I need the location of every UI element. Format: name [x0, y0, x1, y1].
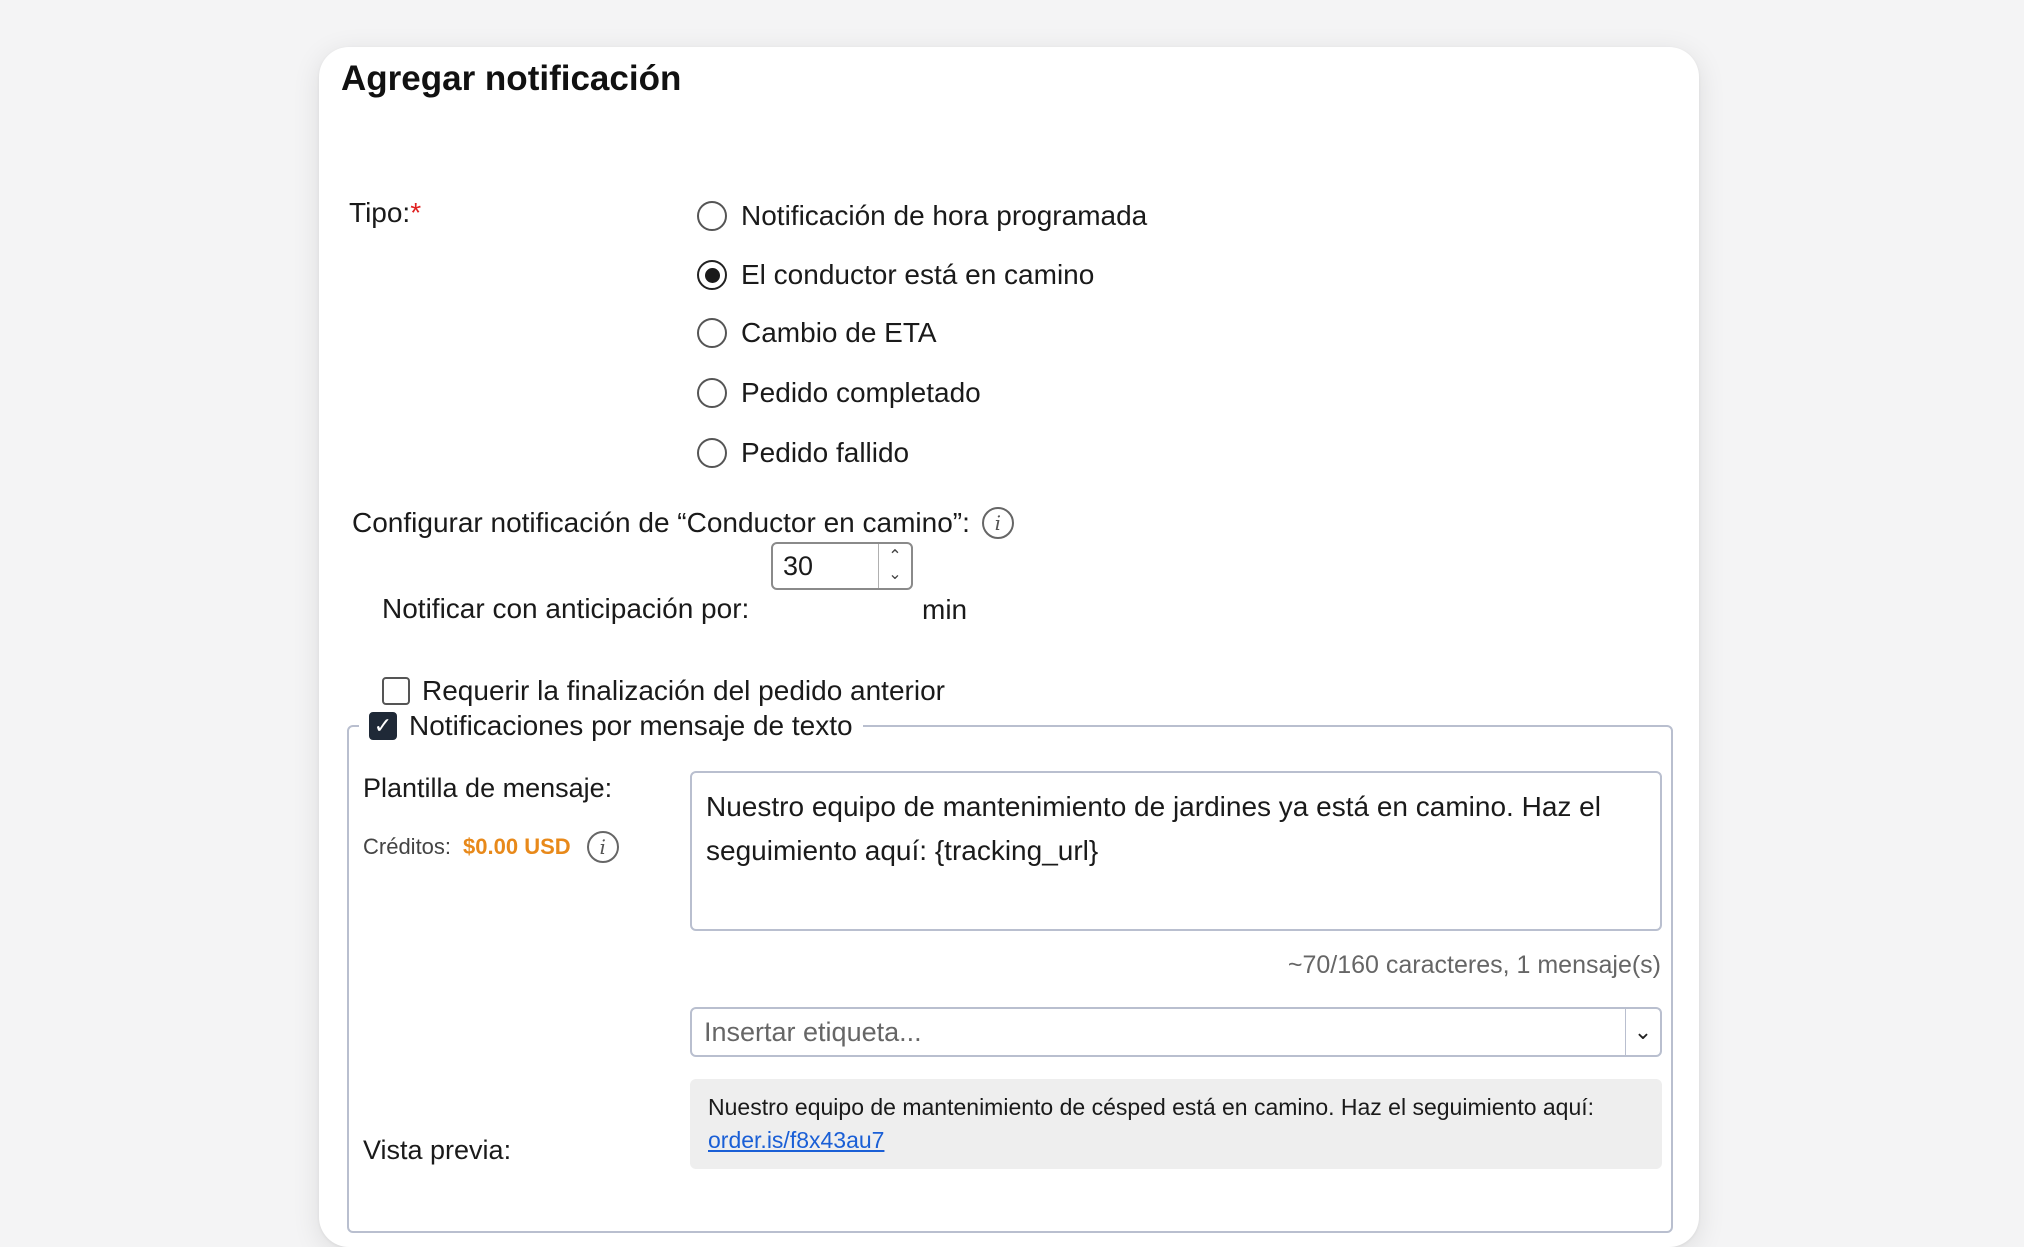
chevron-down-icon[interactable]: ⌄ [1625, 1009, 1660, 1055]
advance-label: Notificar con anticipación por: [382, 593, 750, 624]
preview-text: Nuestro equipo de mantenimiento de céspe… [708, 1094, 1595, 1120]
radio-label: Pedido fallido [741, 437, 910, 468]
require-previous-checkbox[interactable] [382, 677, 410, 705]
radio-button[interactable] [697, 201, 727, 231]
character-counter: ~70/160 caracteres, 1 mensaje(s) [1287, 951, 1661, 979]
radio-button[interactable] [697, 318, 727, 348]
radio-label: Cambio de ETA [741, 317, 937, 348]
message-template-textarea[interactable]: Nuestro equipo de mantenimiento de jardi… [690, 771, 1662, 931]
tracking-link[interactable]: order.is/f8x43au7 [708, 1127, 884, 1153]
chevron-down-icon[interactable]: ⌄ [888, 566, 901, 584]
radio-label: Pedido completado [741, 377, 981, 408]
sms-legend[interactable]: ✓ Notificaciones por mensaje de texto [359, 707, 863, 745]
stepper-value[interactable]: 30 [773, 544, 878, 588]
config-section-header: Configurar notificación de “Conductor en… [352, 507, 1014, 539]
advance-minutes-stepper[interactable]: 30 ⌃ ⌄ [771, 542, 913, 590]
radio-label: Notificación de hora programada [741, 200, 1148, 231]
add-notification-dialog: Agregar notificación Tipo:* Notificación… [319, 47, 1699, 1247]
radio-button[interactable] [697, 378, 727, 408]
radio-eta-change[interactable]: Cambio de ETA [697, 313, 937, 353]
insert-tag-select[interactable]: Insertar etiqueta... ⌄ [690, 1007, 1662, 1057]
require-previous-label: Requerir la finalización del pedido ante… [422, 675, 945, 706]
sms-enabled-checkbox[interactable]: ✓ [369, 712, 397, 740]
config-label: Configurar notificación de “Conductor en… [352, 507, 970, 538]
radio-driver-on-way[interactable]: El conductor está en camino [697, 255, 1094, 295]
radio-order-failed[interactable]: Pedido fallido [697, 433, 909, 473]
radio-label: El conductor está en camino [741, 259, 1095, 290]
check-icon: ✓ [373, 713, 393, 738]
require-previous-option[interactable]: Requerir la finalización del pedido ante… [382, 675, 945, 707]
template-label: Plantilla de mensaje: [363, 773, 613, 803]
radio-order-completed[interactable]: Pedido completado [697, 373, 981, 413]
dialog-title: Agregar notificación [341, 59, 682, 98]
insert-tag-placeholder: Insertar etiqueta... [704, 1016, 922, 1047]
stepper-arrows[interactable]: ⌃ ⌄ [878, 544, 911, 588]
credits-row: Créditos: $0.00 USD i [363, 831, 619, 863]
type-label: Tipo:* [349, 197, 422, 228]
credits-amount: $0.00 USD [463, 834, 571, 859]
info-icon[interactable]: i [981, 507, 1014, 539]
chevron-up-icon[interactable]: ⌃ [888, 548, 901, 566]
credits-info-icon[interactable]: i [586, 831, 619, 863]
advance-unit: min [922, 594, 968, 625]
message-preview: Nuestro equipo de mantenimiento de céspe… [690, 1079, 1662, 1169]
preview-label: Vista previa: [363, 1135, 512, 1165]
radio-button[interactable] [697, 438, 727, 468]
credits-label: Créditos: [363, 834, 452, 859]
required-mark: * [410, 197, 422, 228]
radio-button-selected[interactable] [697, 260, 727, 290]
radio-scheduled-time[interactable]: Notificación de hora programada [697, 196, 1147, 236]
sms-legend-label: Notificaciones por mensaje de texto [409, 710, 853, 741]
